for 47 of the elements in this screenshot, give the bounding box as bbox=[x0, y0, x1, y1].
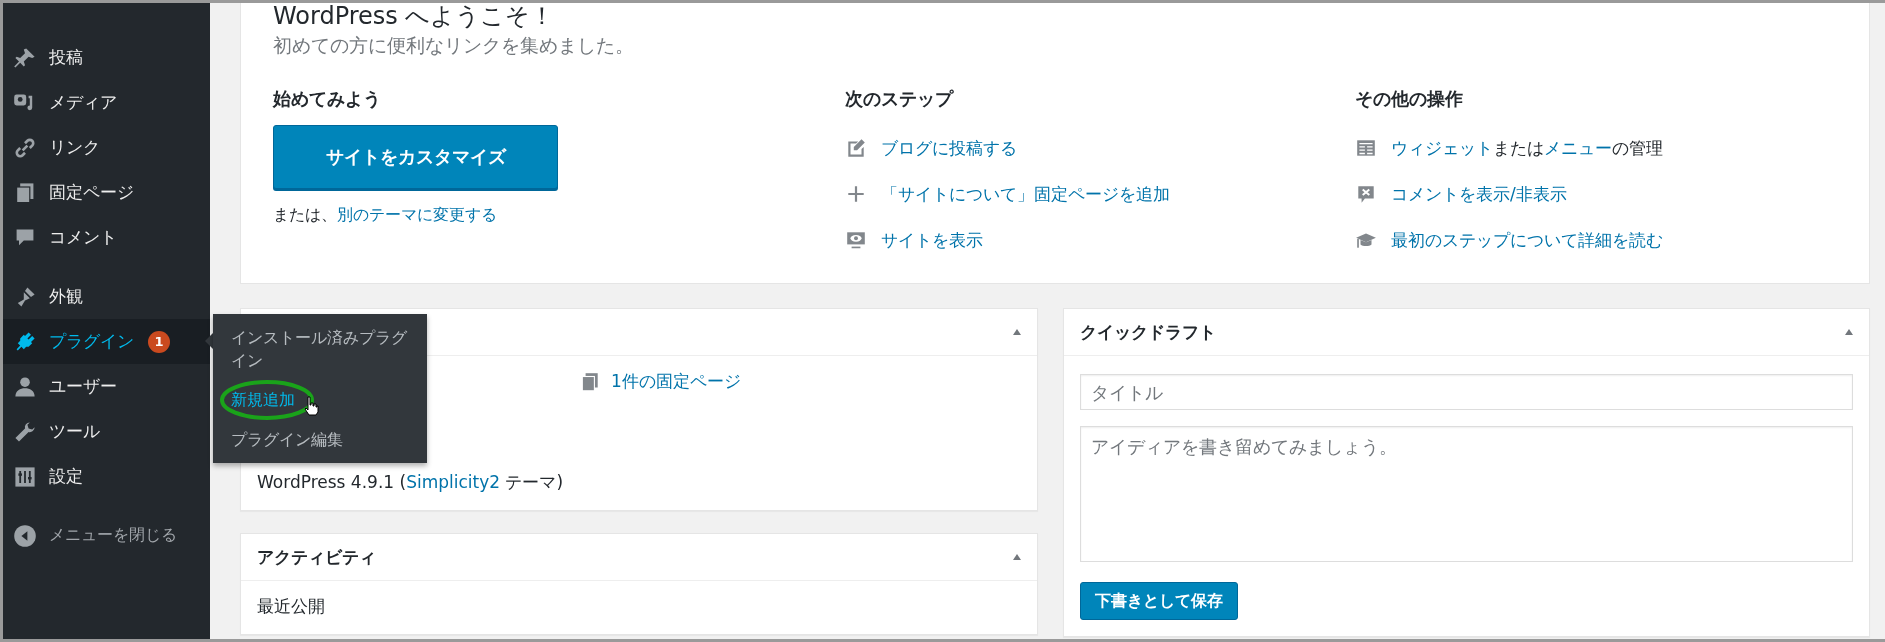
action-link[interactable]: サイトを表示 bbox=[881, 228, 983, 252]
pages-icon bbox=[579, 370, 601, 393]
left-arrow-circle-icon bbox=[13, 523, 37, 548]
action-link[interactable]: 最初のステップについて詳細を読む bbox=[1391, 228, 1663, 252]
change-theme-text: または、別のテーマに変更する bbox=[273, 205, 498, 227]
sidebar-item[interactable]: プラグイン 1 bbox=[3, 319, 210, 364]
column-heading: 次のステップ bbox=[845, 87, 955, 112]
sliders-icon bbox=[13, 464, 37, 489]
update-count-badge: 1 bbox=[148, 330, 170, 353]
sidebar-item[interactable]: メディア bbox=[3, 80, 210, 125]
text-link[interactable]: メニュー bbox=[1544, 137, 1612, 158]
sidebar-item[interactable]: 投稿 bbox=[3, 35, 210, 80]
customize-site-button[interactable]: サイトをカスタマイズ bbox=[273, 125, 558, 190]
sidebar-item[interactable]: ツール bbox=[3, 409, 210, 454]
edit-icon bbox=[845, 137, 867, 160]
title-input[interactable]: タイトル bbox=[1080, 374, 1853, 411]
action-text: ウィジェット またはメニューの管理 bbox=[1391, 136, 1663, 160]
sidebar-item[interactable]: 設定 bbox=[3, 454, 210, 499]
version-text: WordPress 4.9.1 (Simplicity2 テーマ) bbox=[257, 471, 565, 495]
sidebar-item[interactable]: リンク bbox=[3, 125, 210, 170]
submenu-item[interactable]: インストール済みプラグイン bbox=[231, 326, 409, 373]
user-icon bbox=[13, 374, 37, 399]
action-link[interactable]: コメントを表示/非表示 bbox=[1391, 182, 1567, 206]
panel-title: クイックドラフト bbox=[1080, 320, 1216, 344]
content-textarea[interactable]: アイディアを書き留めてみましょう。 bbox=[1080, 426, 1853, 563]
welcome-subtitle: 初めての方に便利なリンクを集めました。 bbox=[273, 33, 635, 59]
text-link[interactable]: ウィジェット bbox=[1391, 137, 1493, 158]
column-heading: 始めてみよう bbox=[273, 87, 382, 112]
text-link[interactable]: Simplicity2 bbox=[406, 472, 501, 493]
text-link[interactable]: 別のテーマに変更する bbox=[337, 205, 497, 225]
submenu-item[interactable]: プラグイン編集 bbox=[231, 427, 409, 451]
action-link[interactable]: ブログに投稿する bbox=[881, 136, 1017, 160]
recent-heading: 最近公開 bbox=[257, 595, 326, 619]
welcome-title: WordPress へようこそ！ bbox=[273, 3, 556, 30]
page-count-link[interactable]: 1件の固定ページ bbox=[579, 370, 1021, 394]
sidebar-item[interactable]: ユーザー bbox=[3, 364, 210, 409]
sidebar-item[interactable]: 固定ページ bbox=[3, 170, 210, 215]
action-link[interactable]: 「サイトについて」固定ページを追加 bbox=[881, 182, 1170, 206]
sidebar-item[interactable]: 外観 bbox=[3, 274, 210, 319]
column-heading: その他の操作 bbox=[1355, 87, 1464, 112]
submenu-item[interactable]: 新規追加 bbox=[231, 388, 409, 412]
hand-cursor-icon bbox=[303, 396, 319, 417]
wrench-icon bbox=[13, 419, 37, 444]
panel-title: アクティビティ bbox=[257, 545, 376, 569]
collapse-menu-button[interactable]: メニューを閉じる bbox=[3, 513, 210, 558]
sidebar-item[interactable]: コメント bbox=[3, 215, 210, 260]
save-draft-button[interactable]: 下書きとして保存 bbox=[1080, 582, 1238, 621]
